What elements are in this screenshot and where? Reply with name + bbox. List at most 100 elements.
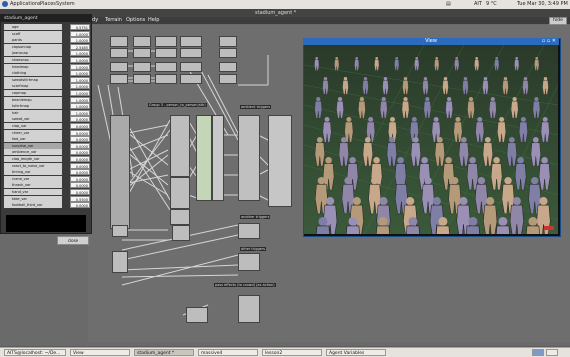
graph-node[interactable] bbox=[212, 115, 224, 201]
3d-viewport[interactable] bbox=[304, 45, 558, 234]
variable-value-field[interactable]: 1.0000 bbox=[70, 37, 90, 44]
variable-row[interactable]: sweatshirtmap 1.0000 bbox=[4, 76, 90, 83]
variable-value-field[interactable]: 1.0000 bbox=[70, 90, 90, 96]
graph-node[interactable] bbox=[180, 36, 202, 47]
workspace-1-button[interactable] bbox=[532, 349, 544, 356]
distro-logo-icon[interactable] bbox=[2, 1, 8, 7]
task-terminal[interactable]: AITS@localhost: ~/De... bbox=[4, 349, 66, 356]
graph-node[interactable] bbox=[219, 74, 237, 84]
graph-node[interactable] bbox=[180, 62, 202, 72]
variable-row[interactable]: shoesnap 1.0000 bbox=[4, 57, 90, 63]
graph-node[interactable] bbox=[155, 36, 177, 47]
variable-value-field[interactable]: 0.0000 bbox=[70, 162, 90, 169]
graph-node[interactable] bbox=[180, 74, 202, 84]
clock[interactable]: Tue Mar 30, 3:49 PM bbox=[517, 1, 568, 7]
variable-value-field[interactable]: 1.0000 bbox=[70, 96, 90, 103]
variable-value-field[interactable]: 1.0000 bbox=[70, 70, 90, 77]
graph-node[interactable] bbox=[110, 48, 128, 58]
graph-node[interactable] bbox=[133, 74, 151, 84]
input-node-column[interactable] bbox=[110, 115, 130, 229]
graph-node[interactable] bbox=[219, 36, 237, 47]
weather-text[interactable]: 9 °C bbox=[486, 1, 497, 7]
task-stadium-agent[interactable]: stadium_agent * bbox=[134, 349, 194, 356]
variable-row[interactable]: beaniemap 1.0000 bbox=[4, 96, 90, 103]
menu-terrain[interactable]: Terrain bbox=[105, 17, 122, 23]
graph-node[interactable] bbox=[186, 307, 208, 323]
variable-value-field[interactable]: 0.0000 bbox=[70, 175, 90, 182]
graph-node[interactable] bbox=[133, 48, 151, 58]
variable-value-field[interactable]: 0.0000 bbox=[70, 156, 90, 162]
variable-row[interactable]: hair 1.0000 bbox=[4, 109, 90, 116]
variable-value-field[interactable]: 0.0000 bbox=[70, 182, 90, 189]
variable-row[interactable]: surprise_var 0.0000 bbox=[4, 142, 90, 149]
variable-value-field[interactable]: 0.0000 bbox=[70, 169, 90, 176]
variable-row[interactable]: fwd_var 0.0000 bbox=[4, 136, 90, 143]
graph-node[interactable] bbox=[133, 62, 151, 72]
graph-node[interactable] bbox=[238, 223, 260, 239]
variable-row[interactable]: timing_var 0.0000 bbox=[4, 169, 90, 176]
graph-node[interactable] bbox=[112, 225, 128, 237]
variable-value-field[interactable]: 0.0000 bbox=[70, 142, 90, 149]
graph-node[interactable] bbox=[133, 36, 151, 47]
graph-node[interactable] bbox=[170, 177, 190, 209]
variable-row[interactable]: hand_var 0.0000 bbox=[4, 189, 90, 195]
menu-help[interactable]: Help bbox=[148, 17, 159, 23]
variable-row[interactable]: clothing 1.0000 bbox=[4, 70, 90, 77]
variable-row[interactable]: football_third_var 0.0000 bbox=[4, 202, 90, 209]
variable-value-field[interactable]: 2.5485 bbox=[70, 43, 90, 50]
task-massive4[interactable]: massive4 bbox=[198, 349, 258, 356]
variable-value-field[interactable]: 0.0000 bbox=[70, 189, 90, 195]
menu-applications[interactable]: Applications bbox=[10, 1, 41, 7]
graph-node[interactable] bbox=[172, 225, 190, 241]
workspace-2-button[interactable] bbox=[546, 349, 558, 356]
graph-node[interactable] bbox=[110, 36, 128, 47]
variable-row[interactable]: headmap 1.0000 bbox=[4, 63, 90, 70]
variable-row[interactable]: crane_var 0.0000 bbox=[4, 175, 90, 182]
variable-value-field[interactable]: 0.0000 bbox=[70, 129, 90, 136]
variable-value-field[interactable]: 1.0000 bbox=[70, 63, 90, 70]
graph-node[interactable] bbox=[238, 115, 260, 201]
graph-node[interactable] bbox=[110, 74, 128, 84]
variable-row[interactable]: scaff 1.0000 bbox=[4, 30, 90, 37]
graph-node[interactable] bbox=[112, 251, 128, 273]
variable-row[interactable]: jeansnap 1.0000 bbox=[4, 50, 90, 57]
variable-value-field[interactable]: 1.0000 bbox=[70, 57, 90, 63]
variable-row[interactable]: react_to_noise_var 0.0000 bbox=[4, 162, 90, 169]
variable-row[interactable]: take_var 0.5500 bbox=[4, 195, 90, 202]
variable-value-field[interactable]: 0.0000 bbox=[70, 149, 90, 156]
task-lesson2[interactable]: lesson2 bbox=[262, 349, 322, 356]
graph-node[interactable] bbox=[238, 295, 260, 323]
graph-node[interactable] bbox=[238, 253, 260, 271]
graph-node[interactable] bbox=[155, 62, 177, 72]
menu-places[interactable]: Places bbox=[40, 1, 56, 7]
graph-node[interactable] bbox=[170, 209, 190, 225]
variable-row[interactable]: ambience_var 0.0000 bbox=[4, 149, 90, 156]
graph-node[interactable] bbox=[155, 48, 177, 58]
variable-row[interactable]: capsonnap 2.5485 bbox=[4, 43, 90, 50]
task-agent-variables[interactable]: Agent Variables bbox=[326, 349, 386, 356]
variable-value-field[interactable]: 1.0000 bbox=[70, 83, 90, 90]
variable-value-field[interactable]: 1.0000 bbox=[70, 30, 90, 37]
variable-value-field[interactable]: 1.0000 bbox=[70, 50, 90, 57]
panel-title[interactable]: stadium_agent bbox=[1, 15, 91, 22]
close-button[interactable]: close bbox=[57, 236, 89, 245]
network-icon[interactable]: ▤ bbox=[446, 1, 451, 7]
variable-row[interactable]: scarfmap 1.0000 bbox=[4, 83, 90, 90]
variable-value-field[interactable]: 0.0000 bbox=[70, 202, 90, 209]
hide-button[interactable]: hide bbox=[549, 17, 567, 25]
graph-node[interactable] bbox=[155, 74, 177, 84]
variable-row[interactable]: pants 1.0000 bbox=[4, 37, 90, 44]
graph-node[interactable] bbox=[219, 48, 237, 58]
graph-node[interactable] bbox=[110, 62, 128, 72]
menu-options[interactable]: Options bbox=[126, 17, 145, 23]
graph-node[interactable] bbox=[196, 115, 212, 201]
view-window-titlebar[interactable]: View ▫ ▫ ✕ bbox=[303, 38, 559, 45]
variable-value-field[interactable]: 1.0000 bbox=[70, 109, 90, 116]
variable-value-field[interactable]: 0.0000 bbox=[70, 136, 90, 143]
graph-node[interactable] bbox=[170, 115, 190, 177]
graph-node[interactable] bbox=[180, 48, 202, 58]
variable-row[interactable]: cheer_var 0.0000 bbox=[4, 129, 90, 136]
menu-system[interactable]: System bbox=[56, 1, 75, 7]
task-view[interactable]: View bbox=[70, 349, 130, 356]
variable-row[interactable]: tshirtmap 1.0000 bbox=[4, 103, 90, 110]
